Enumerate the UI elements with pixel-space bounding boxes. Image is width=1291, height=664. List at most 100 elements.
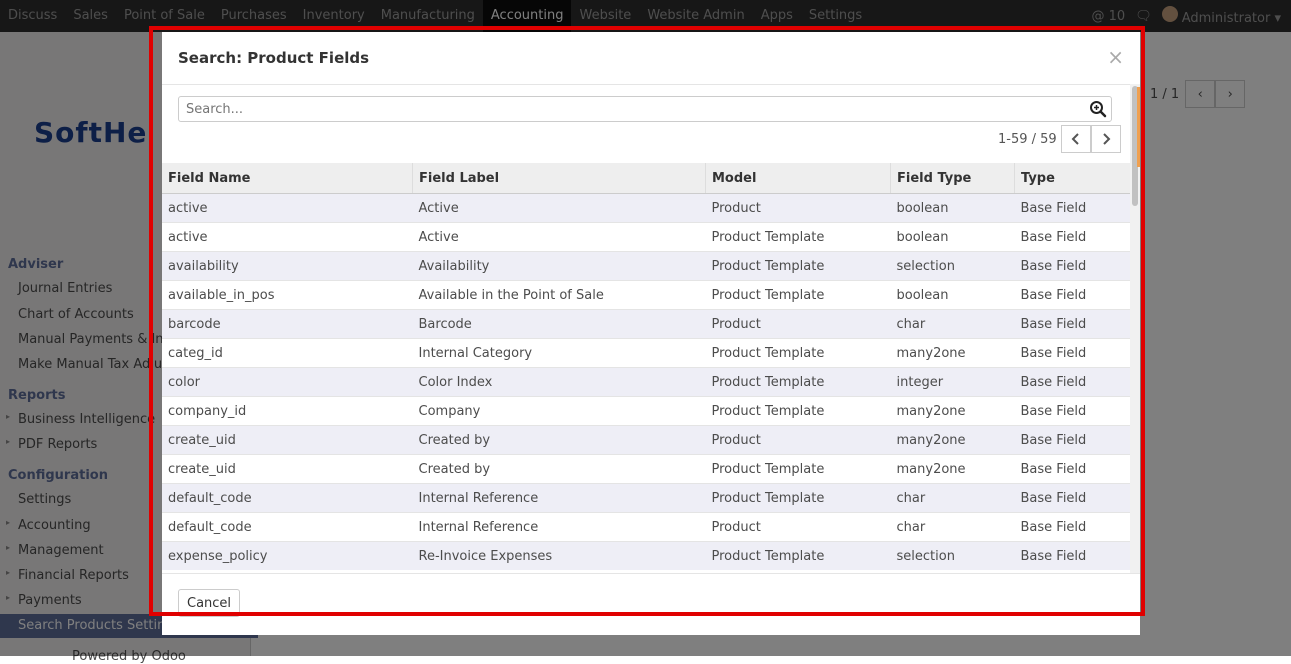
table-row[interactable]: available_in_posAvailable in the Point o… xyxy=(162,281,1130,310)
table-row[interactable]: availabilityAvailabilityProduct Template… xyxy=(162,252,1130,281)
table-cell: create_uid xyxy=(162,455,413,484)
chevron-right-icon[interactable] xyxy=(1091,125,1121,153)
cancel-button[interactable]: Cancel xyxy=(178,589,240,617)
table-cell: many2one xyxy=(891,397,1015,426)
table-row[interactable]: create_uidCreated byProduct Templatemany… xyxy=(162,455,1130,484)
table-cell: integer xyxy=(891,368,1015,397)
table-row[interactable]: expense_policyRe-Invoice ExpensesProduct… xyxy=(162,542,1130,571)
table-cell: selection xyxy=(891,542,1015,571)
table-cell: create_uid xyxy=(162,426,413,455)
table-body: activeActiveProductbooleanBase Fieldacti… xyxy=(162,194,1130,571)
table-cell: Product Template xyxy=(706,339,891,368)
table-cell: Created by xyxy=(413,426,706,455)
table-cell: availability xyxy=(162,252,413,281)
modal-header: Search: Product Fields × xyxy=(162,32,1140,85)
table-cell: Base Field xyxy=(1015,339,1131,368)
modal-footer: Cancel xyxy=(162,573,1140,636)
table-cell: Product Template xyxy=(706,223,891,252)
table-cell: Product Template xyxy=(706,252,891,281)
table-cell: active xyxy=(162,223,413,252)
table-row[interactable]: activeActiveProductbooleanBase Field xyxy=(162,194,1130,223)
table-cell: company_id xyxy=(162,397,413,426)
table-cell: Internal Reference xyxy=(413,513,706,542)
table-cell: Internal Reference xyxy=(413,484,706,513)
table-cell: Base Field xyxy=(1015,368,1131,397)
fields-table: Field Name Field Label Model Field Type … xyxy=(162,163,1130,570)
table-cell: Internal Category xyxy=(413,339,706,368)
table-cell: active xyxy=(162,194,413,223)
table-cell: char xyxy=(891,310,1015,339)
modal-title: Search: Product Fields xyxy=(178,49,369,67)
table-row[interactable]: default_codeInternal ReferenceProduct Te… xyxy=(162,484,1130,513)
fields-table-container: Field Name Field Label Model Field Type … xyxy=(162,163,1130,573)
table-row[interactable]: create_uidCreated byProductmany2oneBase … xyxy=(162,426,1130,455)
dialog-pager: 1-59 / 59 xyxy=(998,125,1121,153)
table-cell: Base Field xyxy=(1015,223,1131,252)
table-row[interactable]: company_idCompanyProduct Templatemany2on… xyxy=(162,397,1130,426)
table-cell: Product Template xyxy=(706,455,891,484)
table-cell: Color Index xyxy=(413,368,706,397)
table-cell: Base Field xyxy=(1015,542,1131,571)
close-icon[interactable]: × xyxy=(1107,45,1124,69)
column-header-field-type[interactable]: Field Type xyxy=(891,163,1015,194)
table-cell: Base Field xyxy=(1015,513,1131,542)
table-cell: Base Field xyxy=(1015,455,1131,484)
table-cell: color xyxy=(162,368,413,397)
table-cell: Product Template xyxy=(706,484,891,513)
table-row[interactable]: categ_idInternal CategoryProduct Templat… xyxy=(162,339,1130,368)
table-cell: default_code xyxy=(162,513,413,542)
table-cell: Product Template xyxy=(706,281,891,310)
table-cell: available_in_pos xyxy=(162,281,413,310)
table-cell: Product Template xyxy=(706,542,891,571)
table-cell: Product xyxy=(706,426,891,455)
search-input[interactable] xyxy=(184,101,1068,118)
table-row[interactable]: colorColor IndexProduct TemplateintegerB… xyxy=(162,368,1130,397)
table-cell: many2one xyxy=(891,455,1015,484)
table-row[interactable]: activeActiveProduct TemplatebooleanBase … xyxy=(162,223,1130,252)
column-header-model[interactable]: Model xyxy=(706,163,891,194)
table-cell: many2one xyxy=(891,339,1015,368)
table-header-row: Field Name Field Label Model Field Type … xyxy=(162,163,1130,194)
table-cell: Product Template xyxy=(706,397,891,426)
column-header-field-label[interactable]: Field Label xyxy=(413,163,706,194)
table-cell: char xyxy=(891,513,1015,542)
table-cell: barcode xyxy=(162,310,413,339)
table-cell: Barcode xyxy=(413,310,706,339)
table-cell: Active xyxy=(413,194,706,223)
table-cell: many2one xyxy=(891,426,1015,455)
table-cell: Product xyxy=(706,310,891,339)
table-cell: default_code xyxy=(162,484,413,513)
table-cell: Created by xyxy=(413,455,706,484)
column-header-field-name[interactable]: Field Name xyxy=(162,163,413,194)
table-cell: Base Field xyxy=(1015,426,1131,455)
table-cell: Base Field xyxy=(1015,484,1131,513)
table-cell: Product xyxy=(706,513,891,542)
table-cell: Base Field xyxy=(1015,281,1131,310)
table-cell: boolean xyxy=(891,281,1015,310)
table-cell: Active xyxy=(413,223,706,252)
table-row[interactable]: barcodeBarcodeProductcharBase Field xyxy=(162,310,1130,339)
table-cell: Company xyxy=(413,397,706,426)
table-cell: Product xyxy=(706,194,891,223)
table-cell: categ_id xyxy=(162,339,413,368)
table-cell: Base Field xyxy=(1015,252,1131,281)
dialog-pager-value[interactable]: 1-59 / 59 xyxy=(998,132,1057,147)
table-cell: Re-Invoice Expenses xyxy=(413,542,706,571)
search-plus-icon[interactable] xyxy=(1089,100,1107,118)
table-cell: Product Template xyxy=(706,368,891,397)
table-cell: Available in the Point of Sale xyxy=(413,281,706,310)
table-cell: selection xyxy=(891,252,1015,281)
table-cell: Base Field xyxy=(1015,310,1131,339)
table-row[interactable]: default_codeInternal ReferenceProductcha… xyxy=(162,513,1130,542)
search-dialog: Search: Product Fields × 1-59 / 59 Field… xyxy=(162,32,1140,635)
table-cell: Base Field xyxy=(1015,194,1131,223)
chevron-left-icon[interactable] xyxy=(1061,125,1091,153)
table-cell: Base Field xyxy=(1015,397,1131,426)
scroll-indicator xyxy=(1137,87,1140,167)
column-header-type[interactable]: Type xyxy=(1015,163,1131,194)
table-cell: char xyxy=(891,484,1015,513)
table-cell: boolean xyxy=(891,223,1015,252)
table-cell: expense_policy xyxy=(162,542,413,571)
search-field xyxy=(178,96,1112,122)
table-cell: Availability xyxy=(413,252,706,281)
